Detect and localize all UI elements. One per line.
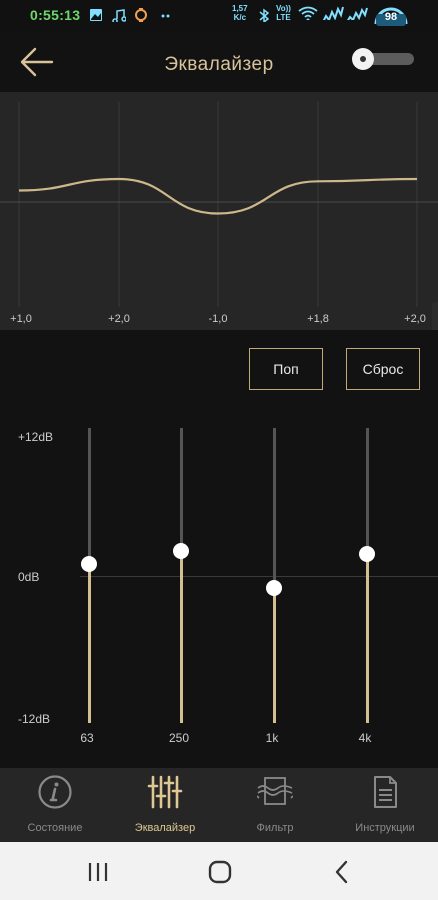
music-icon	[112, 9, 126, 22]
system-navigation-bar	[0, 842, 438, 900]
slider-knob-4k[interactable]	[359, 545, 375, 562]
slider-track-fill[interactable]	[179, 551, 183, 723]
eq-curve-svg	[0, 102, 438, 307]
preset-button[interactable]: Поп	[249, 348, 323, 390]
curve-gain-label: +2,0	[404, 313, 426, 325]
back-icon[interactable]	[328, 858, 356, 886]
nav-label-status: Состояние	[27, 822, 83, 834]
slider-track-fill[interactable]	[365, 553, 369, 723]
nav-label-filter: Фильтр	[256, 822, 294, 834]
freq-label: 63	[80, 731, 94, 745]
equalizer-toggle[interactable]	[352, 48, 416, 70]
slider-track-upper[interactable]	[272, 428, 276, 589]
network-speed: 1,57 K/c	[232, 4, 248, 22]
db-zero-label: 0dB	[18, 570, 40, 584]
filter-icon	[257, 777, 293, 805]
curve-gain-label: +1,0	[10, 313, 32, 325]
nav-label-instructions: Инструкции	[355, 822, 415, 834]
more-notifications-icon	[161, 14, 170, 18]
freq-label: 1k	[265, 731, 279, 745]
status-time: 0:55:13	[30, 7, 81, 23]
slider-track-upper[interactable]	[365, 428, 369, 554]
document-icon	[374, 776, 397, 808]
slider-knob-63[interactable]	[81, 555, 97, 572]
watch-icon	[135, 8, 147, 22]
nav-item-status[interactable]: Состояние	[0, 768, 110, 842]
volte-indicator: Vo)) LTE	[276, 4, 291, 22]
wifi-icon	[298, 6, 318, 20]
slider-track-upper[interactable]	[87, 428, 91, 564]
gallery-icon	[90, 9, 102, 21]
zero-db-line	[80, 576, 438, 577]
freq-label: 4k	[358, 731, 372, 745]
signal-strength-icon	[322, 6, 344, 20]
toggle-knob[interactable]	[352, 48, 374, 70]
nav-item-instructions[interactable]: Инструкции	[330, 768, 438, 842]
db-min-label: -12dB	[18, 712, 51, 726]
sliders-icon	[147, 775, 183, 809]
battery-level: 98	[384, 11, 398, 23]
slider-track-fill[interactable]	[272, 588, 276, 723]
slider-knob-1k[interactable]	[266, 580, 282, 597]
freq-label: 250	[168, 731, 190, 745]
nav-item-filter[interactable]: Фильтр	[220, 768, 330, 842]
curve-gain-label: +2,0	[108, 313, 130, 325]
signal-strength-2-icon	[347, 7, 368, 20]
home-icon[interactable]	[206, 858, 234, 886]
status-bar: 0:55:13 1,57 K/c Vo)) LTE 98	[0, 0, 438, 32]
reset-button[interactable]: Сброс	[346, 348, 420, 390]
db-max-label: +12dB	[18, 430, 54, 444]
nav-item-equalizer[interactable]: Эквалайзер	[110, 768, 220, 842]
recent-apps-icon[interactable]	[84, 858, 112, 886]
battery-indicator: 98	[372, 4, 410, 28]
nav-label-equalizer: Эквалайзер	[134, 822, 196, 834]
app-header: Эквалайзер	[0, 32, 438, 92]
bluetooth-icon	[259, 8, 270, 22]
curve-gain-label: -1,0	[208, 313, 228, 325]
equalizer-panel: Поп Сброс +12dB 0dB -12dB 63 250 1k 4k	[0, 330, 438, 768]
slider-knob-250[interactable]	[173, 543, 189, 560]
eq-curve-graph: +1,0 +2,0 -1,0 +1,8 +2,0	[0, 92, 438, 330]
slider-track-fill[interactable]	[87, 563, 91, 723]
curve-gain-label: +1,8	[307, 313, 329, 325]
bottom-navigation: Состояние Эквалайзер Фильтр Инструкции	[0, 768, 438, 842]
info-icon	[38, 775, 72, 809]
slider-track-upper[interactable]	[179, 428, 183, 552]
